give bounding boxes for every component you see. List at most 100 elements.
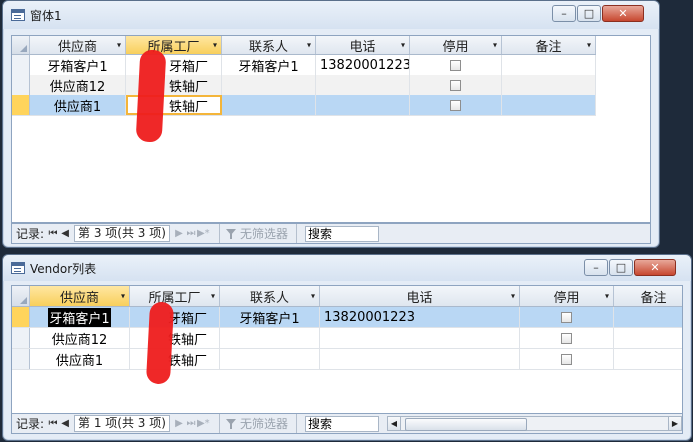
prev-record-button[interactable]: ◀ xyxy=(59,418,71,429)
cell-supplier[interactable]: 供应商12 xyxy=(30,75,126,95)
table-row[interactable]: 供应商12 铁轴厂 xyxy=(12,328,682,349)
select-all-corner[interactable] xyxy=(12,286,30,306)
chevron-down-icon[interactable]: ▾ xyxy=(401,41,405,50)
minimize-button[interactable]: – xyxy=(552,5,576,22)
window-form1-titlebar[interactable]: 窗体1 – □ ✕ xyxy=(3,1,659,29)
cell-factory[interactable]: 铁轴厂 xyxy=(130,349,220,369)
chevron-down-icon[interactable]: ▾ xyxy=(117,41,121,50)
search-input[interactable] xyxy=(304,225,379,242)
checkbox[interactable] xyxy=(561,311,572,323)
close-button[interactable]: ✕ xyxy=(602,5,644,22)
cell-contact[interactable] xyxy=(222,95,316,115)
first-record-button[interactable]: ⏮ xyxy=(47,418,59,429)
row-selector[interactable] xyxy=(12,328,30,348)
select-all-corner[interactable] xyxy=(12,36,30,54)
column-header-disabled[interactable]: 停用 ▾ xyxy=(520,286,614,306)
record-position-input[interactable]: 第 1 项(共 3 项) xyxy=(74,415,170,432)
scroll-left-button[interactable]: ◀ xyxy=(386,416,401,431)
horizontal-scrollbar[interactable]: ◀ ▶ xyxy=(386,414,682,433)
cell-phone[interactable] xyxy=(320,328,520,348)
column-header-note[interactable]: 备注 xyxy=(614,286,682,306)
chevron-down-icon[interactable]: ▾ xyxy=(587,41,591,50)
chevron-down-icon[interactable]: ▾ xyxy=(511,292,515,301)
column-header-factory[interactable]: 所属工厂 ▾ xyxy=(126,36,222,55)
close-button[interactable]: ✕ xyxy=(634,259,676,276)
window-vendor-list-titlebar[interactable]: Vendor列表 – □ ✕ xyxy=(3,255,691,281)
new-record-button[interactable]: ▶* xyxy=(197,418,210,429)
cell-disabled[interactable] xyxy=(520,307,614,327)
cell-supplier[interactable]: 牙箱客户1 xyxy=(30,55,126,75)
cell-phone[interactable]: 13820001223 xyxy=(316,55,410,75)
checkbox[interactable] xyxy=(450,99,461,111)
cell-disabled[interactable] xyxy=(410,95,502,115)
cell-edit-text[interactable]: 牙箱客户1 xyxy=(48,307,111,327)
cell-supplier[interactable]: 供应商1 xyxy=(30,95,126,115)
column-header-supplier[interactable]: 供应商 ▾ xyxy=(30,286,130,306)
checkbox[interactable] xyxy=(561,332,572,344)
column-header-disabled[interactable]: 停用 ▾ xyxy=(410,36,502,55)
cell-note[interactable] xyxy=(614,307,682,327)
row-selector[interactable] xyxy=(12,307,30,327)
cell-note[interactable] xyxy=(502,95,596,115)
cell-disabled[interactable] xyxy=(410,55,502,75)
cell-factory[interactable]: 牙箱厂 xyxy=(130,307,220,327)
search-input[interactable] xyxy=(304,415,379,432)
cell-phone[interactable] xyxy=(320,349,520,369)
first-record-button[interactable]: ⏮ xyxy=(47,228,59,239)
checkbox[interactable] xyxy=(561,353,572,365)
table-row[interactable]: 供应商1 铁轴厂 xyxy=(12,349,682,370)
row-selector[interactable] xyxy=(12,75,30,95)
column-header-contact[interactable]: 联系人 ▾ xyxy=(222,36,316,55)
table-row[interactable]: 牙箱客户1 牙箱厂 牙箱客户1 13820001223 xyxy=(12,55,596,76)
chevron-down-icon[interactable]: ▾ xyxy=(605,292,609,301)
maximize-button[interactable]: □ xyxy=(609,259,633,276)
minimize-button[interactable]: – xyxy=(584,259,608,276)
table-row[interactable]: 供应商1 铁轴厂 xyxy=(12,95,596,116)
cell-supplier[interactable]: 供应商12 xyxy=(30,328,130,348)
chevron-down-icon[interactable]: ▾ xyxy=(211,292,215,301)
cell-factory[interactable]: 铁轴厂 xyxy=(130,328,220,348)
cell-contact[interactable]: 牙箱客户1 xyxy=(222,55,316,75)
cell-note[interactable] xyxy=(502,55,596,75)
cell-contact[interactable] xyxy=(220,349,320,369)
cell-note[interactable] xyxy=(502,75,596,95)
record-position-input[interactable]: 第 3 项(共 3 项) xyxy=(74,225,170,242)
column-header-factory[interactable]: 所属工厂 ▾ xyxy=(130,286,220,306)
cell-supplier[interactable]: 供应商1 xyxy=(30,349,130,369)
table-row[interactable]: 牙箱客户1 牙箱厂 牙箱客户1 13820001223 xyxy=(12,307,682,328)
chevron-down-icon[interactable]: ▾ xyxy=(311,292,315,301)
chevron-down-icon[interactable]: ▾ xyxy=(121,292,125,301)
cell-contact[interactable] xyxy=(222,75,316,95)
cell-note[interactable] xyxy=(614,328,682,348)
cell-disabled[interactable] xyxy=(520,328,614,348)
column-header-note[interactable]: 备注 ▾ xyxy=(502,36,596,55)
column-header-supplier[interactable]: 供应商 ▾ xyxy=(30,36,126,55)
last-record-button[interactable]: ⏭ xyxy=(185,228,197,239)
column-header-contact[interactable]: 联系人 ▾ xyxy=(220,286,320,306)
chevron-down-icon[interactable]: ▾ xyxy=(213,41,217,50)
row-selector[interactable] xyxy=(12,349,30,369)
cell-phone[interactable] xyxy=(316,75,410,95)
cell-note[interactable] xyxy=(614,349,682,369)
table-row[interactable]: 供应商12 铁轴厂 xyxy=(12,75,596,96)
maximize-button[interactable]: □ xyxy=(577,5,601,22)
cell-supplier[interactable]: 牙箱客户1 xyxy=(30,307,130,327)
cell-disabled[interactable] xyxy=(520,349,614,369)
scroll-track[interactable] xyxy=(400,416,668,431)
cell-contact[interactable] xyxy=(220,328,320,348)
last-record-button[interactable]: ⏭ xyxy=(185,418,197,429)
column-header-phone[interactable]: 电话 ▾ xyxy=(316,36,410,55)
filter-toggle[interactable]: 无筛选器 xyxy=(218,414,288,433)
cell-phone[interactable]: 13820001223 xyxy=(320,307,520,327)
column-header-phone[interactable]: 电话 ▾ xyxy=(320,286,520,306)
prev-record-button[interactable]: ◀ xyxy=(59,228,71,239)
chevron-down-icon[interactable]: ▾ xyxy=(493,41,497,50)
next-record-button[interactable]: ▶ xyxy=(173,228,185,239)
filter-toggle[interactable]: 无筛选器 xyxy=(218,224,288,243)
cell-disabled[interactable] xyxy=(410,75,502,95)
chevron-down-icon[interactable]: ▾ xyxy=(307,41,311,50)
scroll-right-button[interactable]: ▶ xyxy=(668,416,682,431)
cell-contact[interactable]: 牙箱客户1 xyxy=(220,307,320,327)
row-selector[interactable] xyxy=(12,55,30,75)
cell-phone[interactable] xyxy=(316,95,410,115)
